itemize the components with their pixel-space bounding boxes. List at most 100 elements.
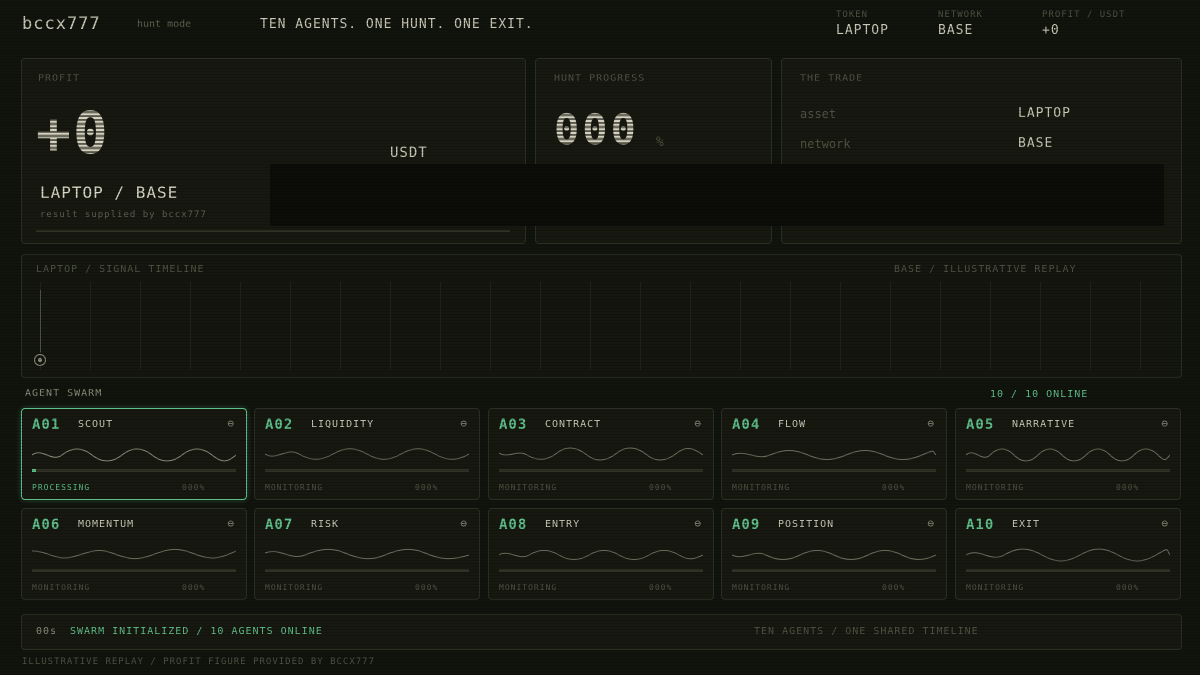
agent-percent: 000% <box>182 483 206 492</box>
agent-waveform <box>499 447 703 461</box>
agent-percent: 000% <box>182 583 206 592</box>
profit-progress-track <box>36 230 510 232</box>
agent-status-icon: ⊖ <box>927 417 934 430</box>
agent-status: MONITORING <box>732 483 791 492</box>
agent-name: LIQUIDITY <box>311 419 375 430</box>
agent-progress-track <box>732 569 936 572</box>
trade-row-key: asset <box>800 107 837 121</box>
swarm-title: AGENT SWARM <box>25 388 103 399</box>
agent-status-icon: ⊖ <box>1161 417 1168 430</box>
trade-row-value: BASE <box>1018 136 1054 151</box>
hunt-progress-value: 000 <box>554 105 639 154</box>
agent-id: A10 <box>966 517 995 533</box>
agent-name: SCOUT <box>78 419 114 430</box>
profit-label: PROFIT <box>38 73 81 84</box>
header-stat-network: NETWORK BASE <box>938 10 983 38</box>
swarm-online-count: 10 / 10 ONLINE <box>990 389 1089 400</box>
agent-id: A04 <box>732 417 761 433</box>
agent-id: A06 <box>32 517 61 533</box>
agent-status: MONITORING <box>32 583 91 592</box>
agent-card[interactable]: A10 EXIT ⊖ MONITORING 000% <box>955 508 1181 600</box>
overlay-band <box>270 164 1164 226</box>
agent-card[interactable]: A03 CONTRACT ⊖ MONITORING 000% <box>488 408 714 500</box>
agent-status-icon: ⊖ <box>227 417 234 430</box>
agent-status-icon: ⊖ <box>460 517 467 530</box>
agent-status-icon: ⊖ <box>694 517 701 530</box>
agent-id: A09 <box>732 517 761 533</box>
agent-id: A05 <box>966 417 995 433</box>
agent-id: A02 <box>265 417 294 433</box>
agent-card[interactable]: A06 MOMENTUM ⊖ MONITORING 000% <box>21 508 247 600</box>
agent-progress-track <box>966 469 1170 472</box>
header-stat-label: NETWORK <box>938 10 983 20</box>
agent-waveform <box>499 550 703 560</box>
agent-status-icon: ⊖ <box>1161 517 1168 530</box>
agent-card[interactable]: A05 NARRATIVE ⊖ MONITORING 000% <box>955 408 1181 500</box>
agent-status-icon: ⊖ <box>460 417 467 430</box>
agent-percent: 000% <box>649 583 673 592</box>
agent-status: MONITORING <box>732 583 791 592</box>
agent-name: FLOW <box>778 419 807 430</box>
status-message: SWARM INITIALIZED / 10 AGENTS ONLINE <box>70 626 323 637</box>
agent-status: MONITORING <box>265 483 324 492</box>
agent-waveform <box>32 448 236 462</box>
agent-card[interactable]: A07 RISK ⊖ MONITORING 000% <box>254 508 480 600</box>
agent-progress-track <box>265 569 469 572</box>
footer-note: ILLUSTRATIVE REPLAY / PROFIT FIGURE PROV… <box>22 657 376 667</box>
tagline: TEN AGENTS. ONE HUNT. ONE EXIT. <box>260 17 534 32</box>
profit-pair: LAPTOP / BASE <box>40 183 179 202</box>
timeline-cursor-line <box>40 290 41 352</box>
profit-value: +0 <box>36 99 110 167</box>
agent-status: MONITORING <box>499 583 558 592</box>
trade-row-value: LAPTOP <box>1018 106 1071 121</box>
header-stat-label: TOKEN <box>836 10 869 20</box>
header-stat-value: BASE <box>938 23 974 38</box>
agent-status: PROCESSING <box>32 483 91 492</box>
agent-card[interactable]: A08 ENTRY ⊖ MONITORING 000% <box>488 508 714 600</box>
timeline-cursor-icon[interactable] <box>33 353 47 367</box>
agent-name: NARRATIVE <box>1012 419 1076 430</box>
agent-waveform <box>732 550 936 560</box>
agent-card[interactable]: A02 LIQUIDITY ⊖ MONITORING 000% <box>254 408 480 500</box>
agent-waveform <box>966 448 1170 462</box>
agent-progress-track <box>32 469 236 472</box>
status-bar: 00s SWARM INITIALIZED / 10 AGENTS ONLINE… <box>21 614 1182 650</box>
timeline-right-label: BASE / ILLUSTRATIVE REPLAY <box>894 264 1077 275</box>
header-stat-token: TOKEN LAPTOP <box>836 10 889 38</box>
agent-percent: 000% <box>882 583 906 592</box>
agent-waveform <box>265 448 469 460</box>
header-stat-value: +0 <box>1042 23 1060 38</box>
agent-card[interactable]: A09 POSITION ⊖ MONITORING 000% <box>721 508 947 600</box>
agent-status-icon: ⊖ <box>694 417 701 430</box>
agent-status: MONITORING <box>966 583 1025 592</box>
status-right-text: TEN AGENTS / ONE SHARED TIMELINE <box>754 626 979 637</box>
agent-status: MONITORING <box>966 483 1025 492</box>
agent-id: A03 <box>499 417 528 433</box>
timeline-left-label: LAPTOP / SIGNAL TIMELINE <box>36 264 205 275</box>
agent-name: RISK <box>311 519 340 530</box>
hunt-progress-unit: % <box>656 135 664 150</box>
header-stat-label: PROFIT / USDT <box>1042 10 1126 20</box>
agent-progress-track <box>966 569 1170 572</box>
agent-percent: 000% <box>649 483 673 492</box>
agent-card[interactable]: A04 FLOW ⊖ MONITORING 000% <box>721 408 947 500</box>
agent-percent: 000% <box>415 483 439 492</box>
agent-percent: 000% <box>1116 583 1140 592</box>
agent-percent: 000% <box>415 583 439 592</box>
agent-card[interactable]: A01 SCOUT ⊖ PROCESSING 000% <box>21 408 247 500</box>
mode-label: hunt mode <box>137 19 192 30</box>
agent-name: EXIT <box>1012 519 1041 530</box>
timeline-grid <box>40 282 1180 370</box>
agent-progress-track <box>499 569 703 572</box>
agent-id: A08 <box>499 517 528 533</box>
agent-id: A07 <box>265 517 294 533</box>
agent-id: A01 <box>32 417 61 433</box>
agent-waveform <box>32 548 236 560</box>
agent-status-icon: ⊖ <box>927 517 934 530</box>
header-stat-value: LAPTOP <box>836 23 889 38</box>
agent-progress-track <box>32 569 236 572</box>
status-time: 00s <box>36 626 58 637</box>
agent-progress-fill <box>32 469 37 472</box>
trade-row-key: network <box>800 137 851 151</box>
trade-label: THE TRADE <box>800 73 864 84</box>
